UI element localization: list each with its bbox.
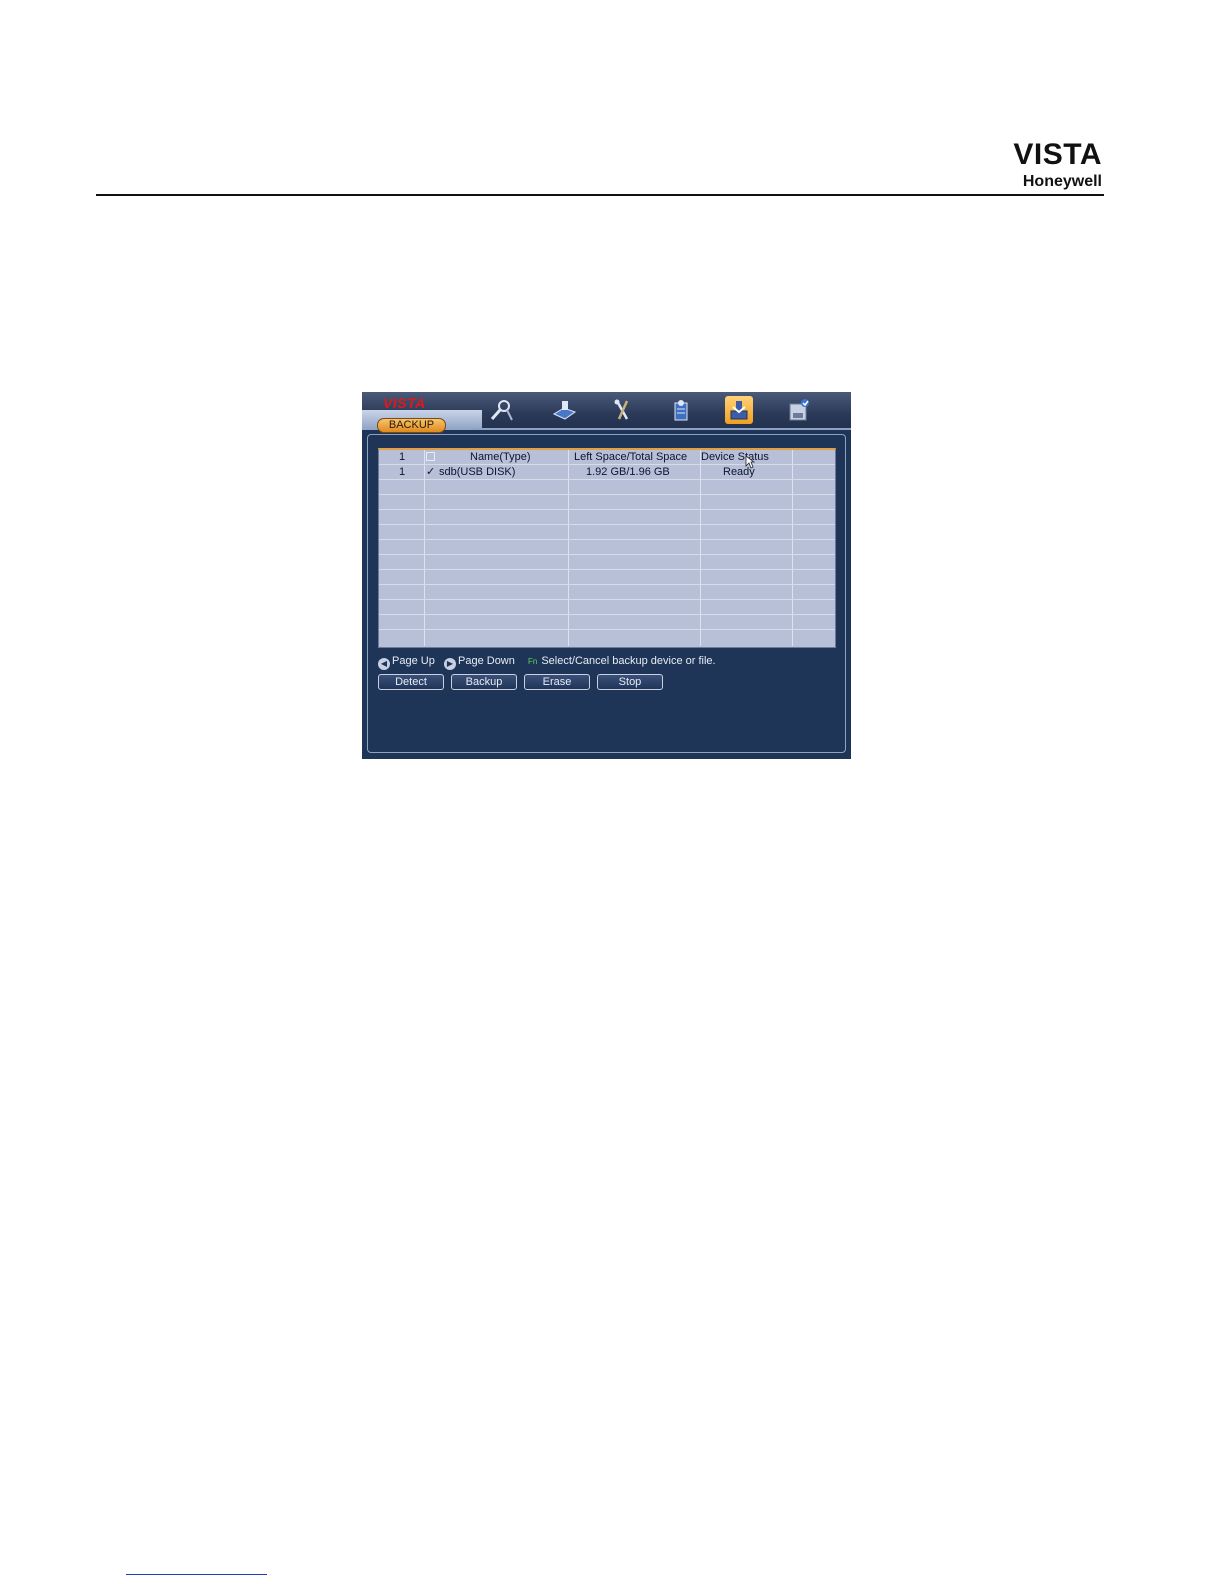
page-down-label: Page Down: [458, 655, 515, 667]
empty-row: [379, 585, 835, 600]
select-all-checkbox[interactable]: [426, 452, 435, 461]
brand-title: VISTA: [1013, 138, 1102, 171]
tab-backup[interactable]: BACKUP: [377, 418, 446, 433]
backup-button[interactable]: Backup: [451, 674, 517, 690]
row-name: sdb(USB DISK): [439, 466, 516, 478]
page-up-label: Page Up: [392, 655, 435, 667]
dvr-backup-window: VISTA BACKUP 1 Name(Type) Left Space/Tot…: [362, 392, 851, 759]
search-icon[interactable]: [488, 396, 516, 424]
empty-row: [379, 570, 835, 585]
info-icon[interactable]: [667, 396, 695, 424]
page-up-hint[interactable]: ◀ Page Up: [378, 654, 435, 670]
disk-icon[interactable]: [785, 396, 813, 424]
page-down-hint[interactable]: ▶ Page Down: [444, 654, 515, 670]
table-header: 1 Name(Type) Left Space/Total Space Devi…: [379, 450, 835, 465]
header-divider: [96, 194, 1104, 196]
empty-row: [379, 495, 835, 510]
tools-icon[interactable]: [608, 396, 636, 424]
empty-row: [379, 540, 835, 555]
empty-row: [379, 510, 835, 525]
header-status: Device Status: [701, 451, 769, 463]
record-icon[interactable]: [550, 396, 578, 424]
row-checkbox[interactable]: ✓: [426, 465, 435, 479]
erase-button[interactable]: Erase: [524, 674, 590, 690]
tab-divider: [472, 428, 851, 430]
empty-row: [379, 555, 835, 570]
fn-key-icon: Fn: [528, 657, 538, 666]
page-down-icon: ▶: [444, 658, 456, 670]
table-row[interactable]: 1 ✓ sdb(USB DISK) 1.92 GB/1.96 GB Ready: [379, 465, 835, 480]
empty-row: [379, 630, 835, 645]
brand-subtitle: Honeywell: [1022, 173, 1102, 190]
mouse-cursor-icon: [745, 455, 756, 474]
detect-button[interactable]: Detect: [378, 674, 444, 690]
brand-logo: VISTA Honeywell: [1013, 140, 1102, 192]
row-space: 1.92 GB/1.96 GB: [586, 466, 670, 478]
stop-button[interactable]: Stop: [597, 674, 663, 690]
empty-row: [379, 600, 835, 615]
dvr-logo: VISTA: [383, 395, 426, 411]
footer-link-underline: [126, 1574, 267, 1575]
empty-row: [379, 525, 835, 540]
row-index: 1: [399, 466, 406, 478]
select-hint-label: Select/Cancel backup device or file.: [541, 655, 716, 667]
header-space: Left Space/Total Space: [574, 451, 688, 463]
header-index: 1: [399, 451, 406, 463]
select-hint: Fn Select/Cancel backup device or file.: [528, 654, 716, 668]
page-up-icon: ◀: [378, 658, 390, 670]
empty-row: [379, 480, 835, 495]
device-table: 1 Name(Type) Left Space/Total Space Devi…: [378, 448, 836, 648]
header-name: Name(Type): [470, 451, 531, 463]
backup-icon[interactable]: [725, 396, 753, 424]
empty-row: [379, 615, 835, 630]
